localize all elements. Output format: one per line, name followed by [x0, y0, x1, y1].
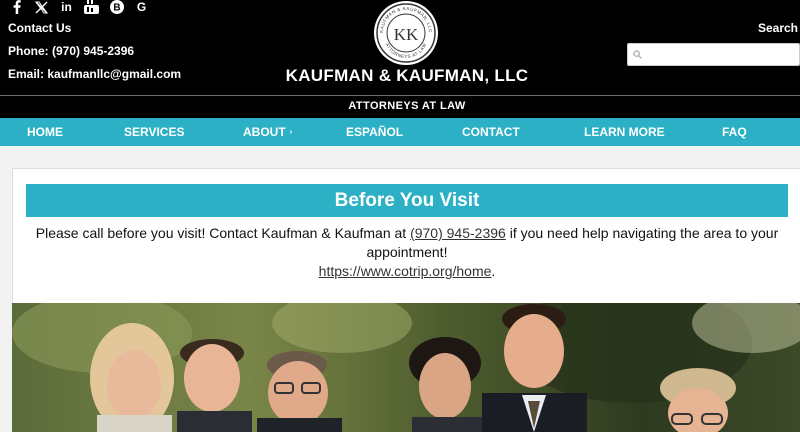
nav-about[interactable]: ABOUT ›: [243, 118, 292, 146]
firm-name: KAUFMAN & KAUFMAN, LLC: [285, 66, 529, 85]
search-field[interactable]: [627, 43, 800, 66]
nav-espanol[interactable]: ESPAÑOL: [346, 118, 403, 146]
social-links: in B G: [8, 0, 150, 14]
nav-contact[interactable]: CONTACT: [462, 118, 520, 146]
before-you-visit-banner: Before You Visit: [26, 184, 788, 217]
svg-text:B: B: [113, 3, 120, 14]
nav-learn-more[interactable]: LEARN MORE: [584, 118, 665, 146]
site-header: in B G Contact Us Phone: (970) 945-2396 …: [0, 0, 800, 118]
notice-url-suffix: .: [491, 263, 496, 279]
svg-text:KK: KK: [394, 25, 419, 44]
nav-services[interactable]: SERVICES: [124, 118, 184, 146]
contact-heading: Contact Us: [8, 21, 72, 35]
notice-url-link[interactable]: https://www.cotrip.org/home: [319, 263, 492, 279]
team-photo: [12, 303, 800, 432]
facebook-icon[interactable]: [8, 0, 25, 14]
main-nav: HOME SERVICES ABOUT › ESPAÑOL CONTACT LEA…: [0, 118, 800, 146]
chevron-right-icon: ›: [289, 127, 293, 136]
nav-about-label: ABOUT: [243, 125, 286, 139]
nav-faq[interactable]: FAQ: [722, 118, 747, 146]
search-input[interactable]: [646, 48, 796, 61]
google-icon[interactable]: G: [133, 0, 150, 14]
youtube-icon[interactable]: [83, 0, 100, 14]
search-icon: [633, 46, 642, 64]
notice-phone-link[interactable]: (970) 945-2396: [410, 225, 506, 241]
search-label: Search: [757, 21, 798, 35]
firm-logo[interactable]: KAUFMAN & KAUFMAN, LLC ATTORNEYS AT LAW …: [371, 0, 441, 66]
blogger-icon[interactable]: B: [108, 0, 125, 14]
header-divider: [0, 95, 800, 96]
x-icon[interactable]: [33, 0, 50, 14]
contact-phone[interactable]: Phone: (970) 945-2396: [8, 44, 134, 58]
notice-text-before: Please call before you visit! Contact Ka…: [35, 225, 407, 241]
visit-notice: Please call before you visit! Contact Ka…: [26, 224, 788, 281]
linkedin-icon[interactable]: in: [58, 0, 75, 14]
firm-tagline: ATTORNEYS AT LAW: [348, 100, 466, 112]
nav-home[interactable]: HOME: [27, 118, 63, 146]
